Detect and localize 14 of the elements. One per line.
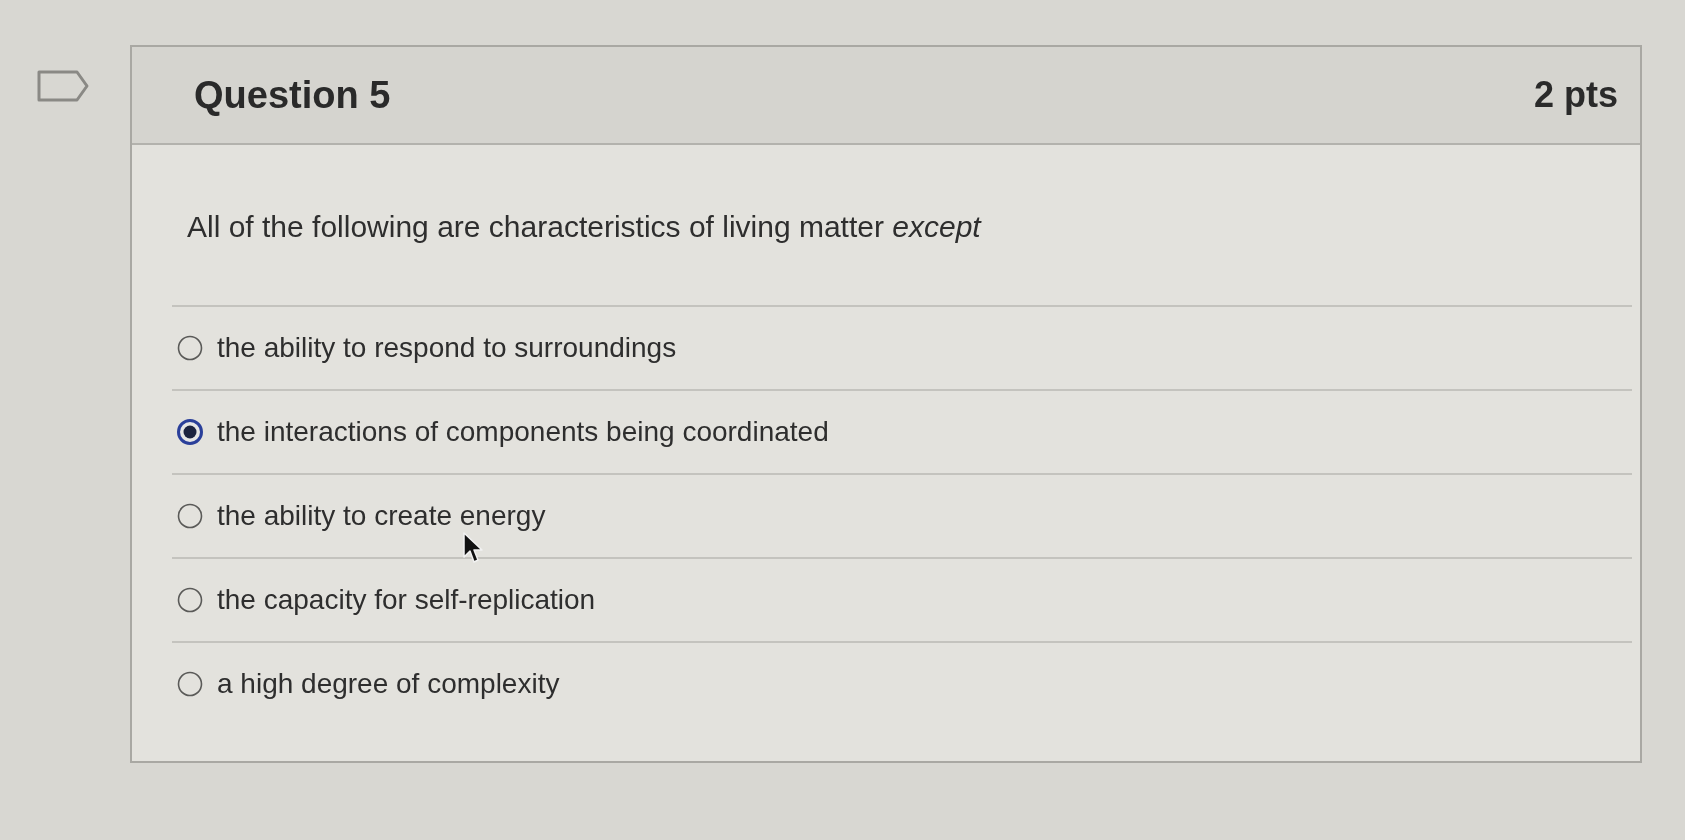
radio-button[interactable]	[177, 587, 203, 613]
answer-option[interactable]: the ability to create energy	[177, 498, 546, 534]
radio-button[interactable]	[177, 419, 203, 445]
question-prompt: All of the following are characteristics of living matter except	[187, 209, 981, 245]
question-title: Question 5	[194, 72, 391, 118]
answer-option[interactable]: the ability to respond to surroundings	[177, 330, 677, 366]
mouse-pointer-icon	[462, 532, 484, 564]
answer-option[interactable]: a high degree of complexity	[177, 666, 560, 702]
radio-button[interactable]	[177, 671, 203, 697]
radio-button[interactable]	[177, 503, 203, 529]
answer-option[interactable]: the capacity for self-replication	[177, 582, 596, 618]
question-points: 2 pts	[1533, 73, 1618, 117]
answer-option[interactable]: the interactions of components being coordinated	[177, 414, 829, 450]
radio-button[interactable]	[177, 335, 203, 361]
